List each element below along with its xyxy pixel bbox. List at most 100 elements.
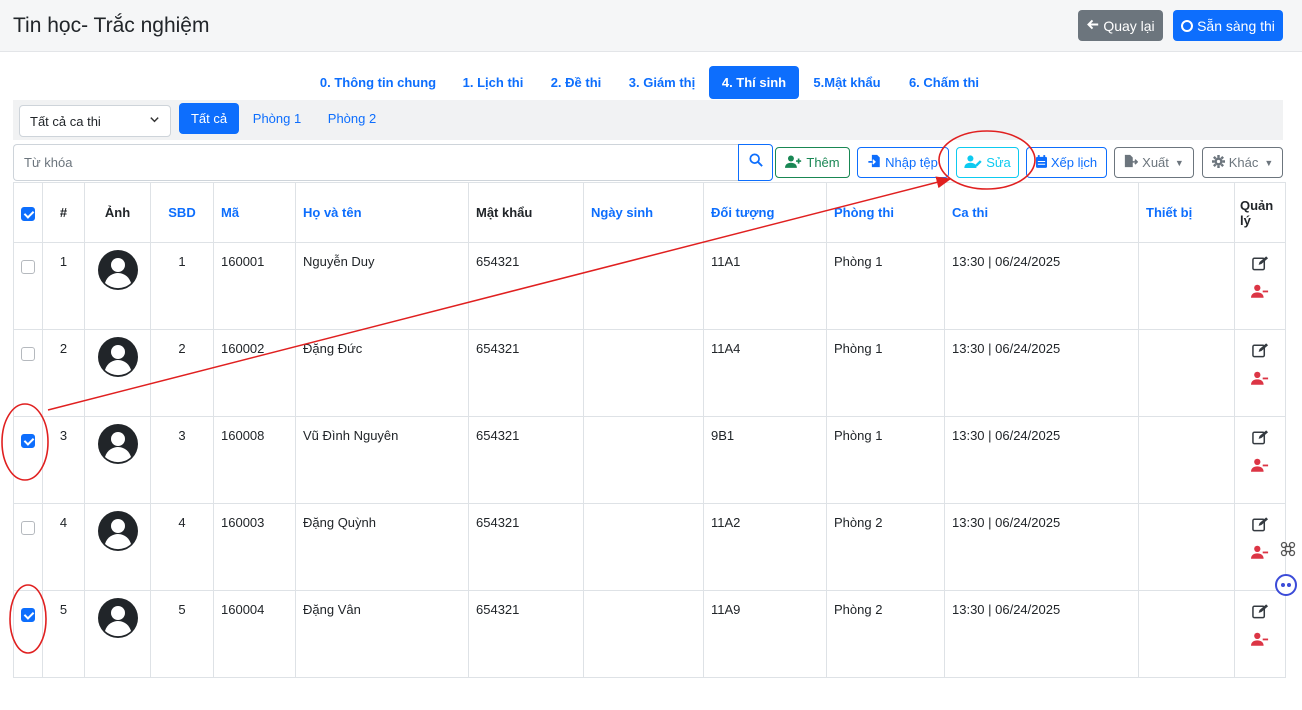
table-header-row: # Ảnh SBD Mã Họ và tên Mật khẩu Ngày sin… — [13, 182, 1286, 243]
col-group[interactable]: Đối tượng — [703, 182, 827, 243]
edit-candidate-button[interactable]: Sửa — [956, 147, 1019, 178]
add-candidate-button[interactable]: Thêm — [775, 147, 850, 178]
tab-general-info[interactable]: 0. Thông tin chung — [308, 66, 448, 99]
row-select-cell — [13, 329, 43, 417]
row-index: 4 — [42, 503, 85, 591]
tab-candidates[interactable]: 4. Thí sinh — [709, 66, 799, 99]
tab-proctors[interactable]: 3. Giám thị — [620, 66, 704, 99]
command-icon[interactable] — [1280, 541, 1296, 562]
table-row: 5 5 160004 Đặng Vân 654321 11A9 Phòng 2 13:30 |… — [13, 590, 1286, 678]
search-icon — [748, 153, 763, 172]
user-minus-icon[interactable] — [1235, 545, 1285, 562]
schedule-button[interactable]: Xếp lịch — [1026, 147, 1107, 178]
col-index: # — [42, 182, 85, 243]
table-row: 2 2 160002 Đặng Đức 654321 11A4 Phòng 1 13:30 |… — [13, 329, 1286, 417]
search-button[interactable] — [738, 144, 773, 181]
col-device[interactable]: Thiết bị — [1138, 182, 1235, 243]
col-code[interactable]: Mã — [213, 182, 296, 243]
row-name: Đặng Quỳnh — [295, 503, 469, 591]
col-name[interactable]: Họ và tên — [295, 182, 469, 243]
room-filter-1[interactable]: Phòng 1 — [244, 103, 310, 134]
room-filter-2[interactable]: Phòng 2 — [319, 103, 385, 134]
col-sbd[interactable]: SBD — [150, 182, 214, 243]
edit-icon[interactable] — [1235, 255, 1285, 274]
row-checkbox[interactable] — [21, 608, 35, 622]
edit-icon[interactable] — [1235, 429, 1285, 448]
gear-icon — [1211, 154, 1225, 171]
session-select[interactable]: Tất cả ca thi — [19, 105, 171, 137]
row-select-cell — [13, 503, 43, 591]
ready-label: Sẵn sàng thi — [1197, 17, 1275, 34]
col-password: Mật khẩu — [468, 182, 584, 243]
row-session: 13:30 | 06/24/2025 — [944, 590, 1139, 678]
row-group: 11A9 — [703, 590, 827, 678]
col-manage: Quản lý — [1234, 182, 1286, 243]
edit-icon[interactable] — [1235, 342, 1285, 361]
user-plus-icon — [785, 155, 802, 171]
row-checkbox[interactable] — [21, 434, 35, 448]
user-minus-icon[interactable] — [1235, 458, 1285, 475]
row-name: Nguyễn Duy — [295, 242, 469, 330]
row-password: 654321 — [468, 590, 584, 678]
search-input[interactable] — [13, 144, 739, 181]
row-select-cell — [13, 416, 43, 504]
session-select-value: Tất cả ca thi — [30, 113, 101, 129]
candidates-table: # Ảnh SBD Mã Họ và tên Mật khẩu Ngày sin… — [13, 182, 1286, 678]
circle-icon — [1181, 19, 1194, 32]
col-dob[interactable]: Ngày sinh — [583, 182, 704, 243]
calendar-icon — [1035, 154, 1047, 171]
row-name: Đặng Đức — [295, 329, 469, 417]
row-checkbox[interactable] — [21, 260, 35, 274]
tab-grading[interactable]: 6. Chấm thi — [899, 66, 989, 99]
avatar — [85, 511, 150, 551]
select-all-cell — [13, 182, 43, 243]
table-row: 3 3 160008 Vũ Đình Nguyên 654321 9B1 Phòng 1 13… — [13, 416, 1286, 504]
col-room[interactable]: Phòng thi — [826, 182, 945, 243]
row-device — [1138, 416, 1235, 504]
room-filter-all[interactable]: Tất cả — [179, 103, 239, 134]
row-photo-cell — [84, 503, 151, 591]
caret-down-icon: ▼ — [1264, 157, 1274, 168]
row-password: 654321 — [468, 416, 584, 504]
row-sbd: 3 — [150, 416, 214, 504]
assistant-icon[interactable] — [1275, 574, 1297, 601]
row-code: 160001 — [213, 242, 296, 330]
row-checkbox[interactable] — [21, 347, 35, 361]
tab-schedule[interactable]: 1. Lịch thi — [455, 66, 531, 99]
user-minus-icon[interactable] — [1235, 632, 1285, 649]
tab-exam-paper[interactable]: 2. Đề thi — [541, 66, 611, 99]
row-dob — [583, 416, 704, 504]
export-dropdown-button[interactable]: Xuất ▼ — [1114, 147, 1194, 178]
row-session: 13:30 | 06/24/2025 — [944, 329, 1139, 417]
row-checkbox[interactable] — [21, 521, 35, 535]
row-code: 160004 — [213, 590, 296, 678]
select-all-checkbox[interactable] — [21, 207, 35, 221]
page-title: Tin học- Trắc nghiệm — [13, 14, 210, 37]
user-edit-icon — [964, 154, 982, 171]
edit-label: Sửa — [986, 155, 1011, 170]
user-minus-icon[interactable] — [1235, 284, 1285, 301]
col-session[interactable]: Ca thi — [944, 182, 1139, 243]
file-import-icon — [868, 154, 881, 171]
edit-icon[interactable] — [1235, 516, 1285, 535]
row-device — [1138, 503, 1235, 591]
row-index: 2 — [42, 329, 85, 417]
back-button[interactable]: Quay lại — [1078, 10, 1163, 41]
other-dropdown-button[interactable]: Khác ▼ — [1202, 147, 1283, 178]
ready-button[interactable]: Sẵn sàng thi — [1173, 10, 1283, 41]
page-header: Tin học- Trắc nghiệm Quay lại Sẵn sàng t… — [0, 0, 1302, 52]
row-password: 654321 — [468, 242, 584, 330]
chevron-down-icon — [149, 114, 160, 128]
user-minus-icon[interactable] — [1235, 371, 1285, 388]
row-manage-cell — [1234, 416, 1286, 504]
filter-bar: Tất cả ca thi Tất cả Phòng 1 Phòng 2 — [13, 100, 1283, 140]
avatar — [85, 598, 150, 638]
edit-icon[interactable] — [1235, 603, 1285, 622]
avatar — [85, 250, 150, 290]
tab-passwords[interactable]: 5.Mật khẩu — [805, 66, 889, 99]
row-photo-cell — [84, 590, 151, 678]
row-session: 13:30 | 06/24/2025 — [944, 503, 1139, 591]
row-room: Phòng 2 — [826, 503, 945, 591]
import-file-button[interactable]: Nhập tệp — [857, 147, 949, 178]
row-room: Phòng 2 — [826, 590, 945, 678]
